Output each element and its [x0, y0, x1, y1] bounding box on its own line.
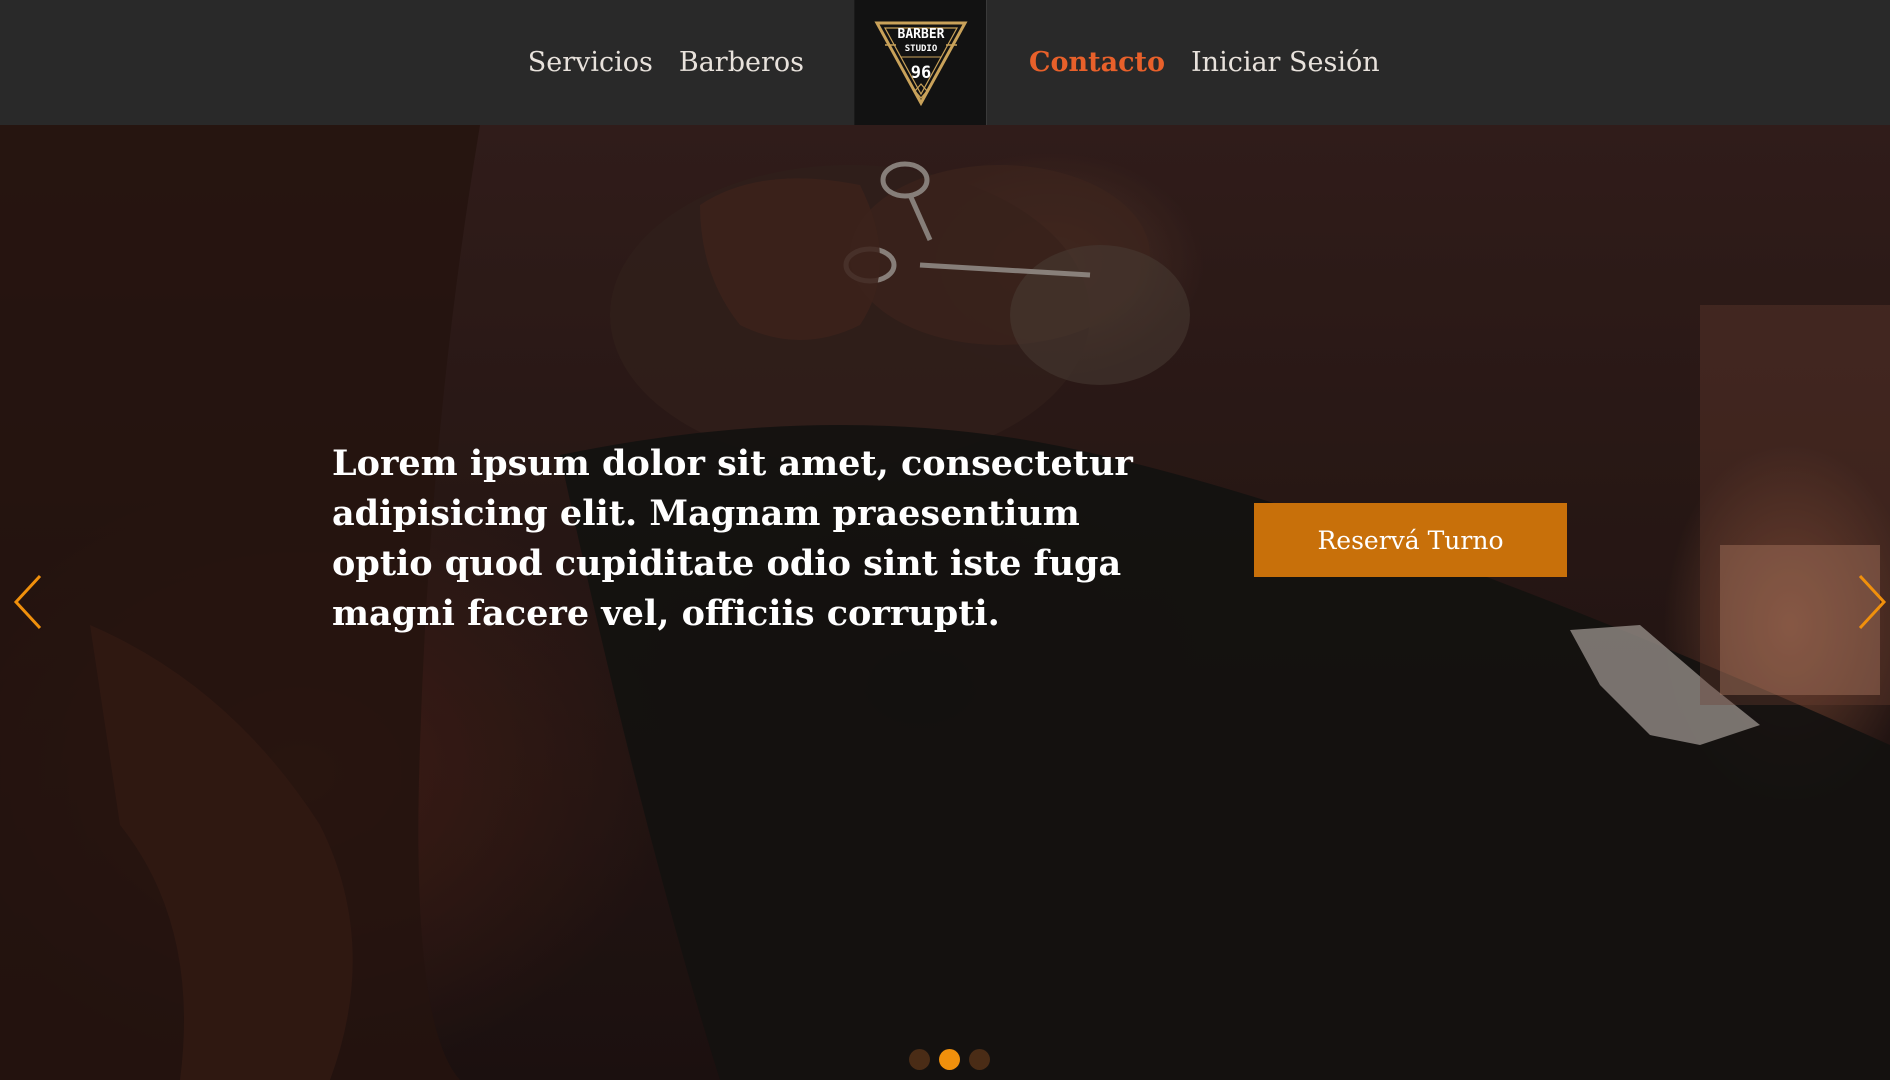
- reserve-appointment-button[interactable]: Reservá Turno: [1254, 503, 1567, 577]
- navbar: Servicios Barberos BARBER STUDIO 96 Cont…: [0, 0, 1890, 125]
- logo-line2: STUDIO: [904, 44, 937, 54]
- nav-link-servicios[interactable]: Servicios: [528, 47, 653, 78]
- carousel-indicators: [909, 1049, 990, 1070]
- hero-carousel: Lorem ipsum dolor sit amet, consectetur …: [0, 125, 1890, 1080]
- logo-number: 96: [910, 63, 930, 83]
- barber-studio-logo-icon: BARBER STUDIO 96: [873, 21, 968, 106]
- chevron-left-icon: [13, 574, 42, 630]
- nav-link-contacto[interactable]: Contacto: [1029, 47, 1165, 78]
- chevron-right-icon: [1858, 574, 1887, 630]
- logo[interactable]: BARBER STUDIO 96: [854, 0, 987, 125]
- nav-link-iniciar-sesion[interactable]: Iniciar Sesión: [1191, 47, 1380, 78]
- nav-left: Servicios Barberos: [528, 0, 804, 125]
- carousel-dot-1[interactable]: [909, 1049, 930, 1070]
- nav-right: Contacto Iniciar Sesión: [1029, 0, 1380, 125]
- carousel-prev-button[interactable]: [10, 572, 50, 632]
- carousel-dot-2[interactable]: [939, 1049, 960, 1070]
- nav-link-barberos[interactable]: Barberos: [679, 47, 804, 78]
- logo-line1: BARBER: [897, 27, 944, 42]
- carousel-dot-3[interactable]: [969, 1049, 990, 1070]
- hero-headline: Lorem ipsum dolor sit amet, consectetur …: [332, 443, 1133, 634]
- carousel-next-button[interactable]: [1850, 572, 1890, 632]
